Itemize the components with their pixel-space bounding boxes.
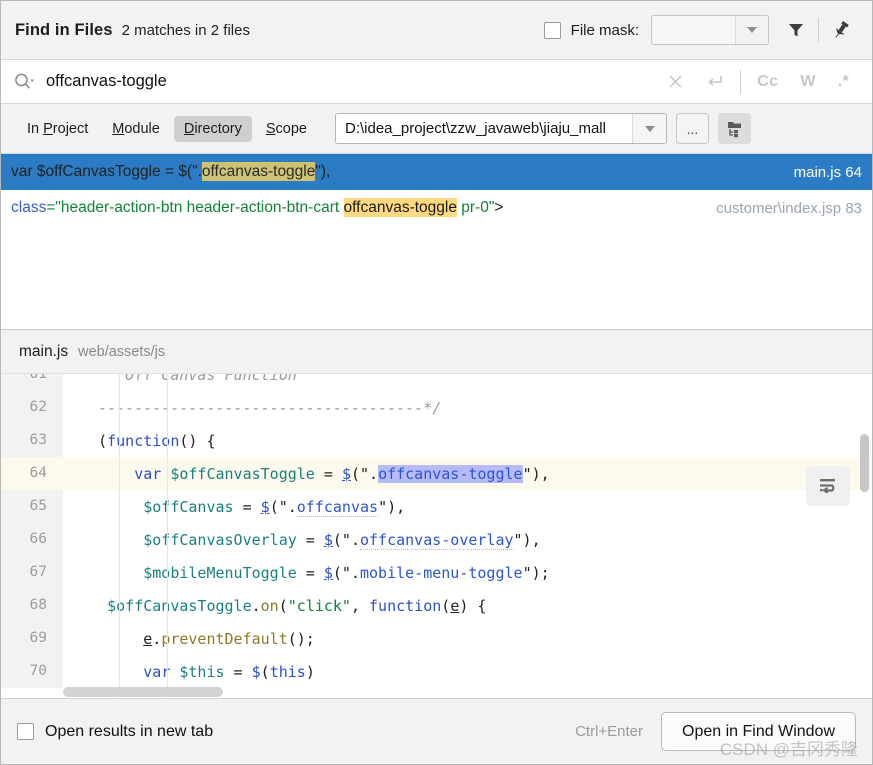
- directory-path-input[interactable]: D:\idea_project\zzw_javaweb\jiaju_mall: [336, 114, 632, 143]
- file-mask-input[interactable]: [652, 16, 736, 44]
- open-in-find-window-button[interactable]: Open in Find Window: [661, 712, 856, 751]
- project-tree-button[interactable]: [718, 113, 751, 144]
- shortcut-hint: Ctrl+Enter: [575, 723, 644, 740]
- scope-tab-scope[interactable]: Scope: [256, 116, 317, 142]
- line-number: 66: [1, 523, 63, 556]
- result-location: customer\index.jsp 83: [716, 199, 862, 217]
- scope-tab-module[interactable]: Module: [102, 116, 170, 142]
- code-line-text: $mobileMenuToggle = $(".mobile-menu-togg…: [143, 563, 550, 582]
- search-actions: Cc W .*: [657, 67, 860, 97]
- indent-guide: [167, 374, 168, 698]
- find-in-files-dialog: Find in Files 2 matches in 2 files File …: [0, 0, 873, 765]
- line-number: 65: [1, 490, 63, 523]
- file-mask-combo[interactable]: [651, 15, 769, 45]
- search-icon-button[interactable]: [13, 72, 35, 92]
- code-line-text: $offCanvas = $(".offcanvas"),: [143, 497, 406, 517]
- code-line-text: Off Canvas Function: [71, 374, 297, 384]
- dialog-title-bar: Find in Files 2 matches in 2 files File …: [1, 1, 872, 59]
- results-list[interactable]: var $offCanvasToggle = $(".offcanvas-tog…: [1, 154, 872, 330]
- filter-funnel-icon: [789, 24, 803, 37]
- code-line[interactable]: 67 $mobileMenuToggle = $(".mobile-menu-t…: [1, 556, 872, 589]
- line-number: 64: [1, 457, 63, 490]
- scope-tab-in-project[interactable]: In Project: [17, 116, 98, 142]
- clear-search-button[interactable]: [657, 67, 694, 97]
- code-editor[interactable]: 61 Off Canvas Function 62 ---------------…: [1, 374, 872, 698]
- filter-button[interactable]: [779, 13, 813, 47]
- page-title: Find in Files: [15, 20, 113, 39]
- directory-path-dropdown-arrow[interactable]: [632, 114, 666, 143]
- result-row[interactable]: class="header-action-btn header-action-b…: [1, 190, 872, 226]
- chevron-down-icon: [644, 125, 655, 132]
- editor-vertical-scrollbar[interactable]: [860, 434, 869, 492]
- toolbar-divider: [818, 18, 819, 42]
- match-summary: 2 matches in 2 files: [121, 21, 250, 39]
- code-line-text: $offCanvasToggle.on("click", function(e)…: [107, 596, 487, 615]
- file-mask-dropdown-arrow[interactable]: [736, 16, 768, 44]
- open-results-new-tab-checkbox[interactable]: [17, 723, 34, 740]
- code-line-text: var $this = $(this): [143, 662, 315, 681]
- regex-toggle[interactable]: .*: [827, 67, 860, 97]
- code-line[interactable]: 68 $offCanvasToggle.on("click", function…: [1, 589, 872, 622]
- line-number: 62: [1, 391, 63, 424]
- scrollbar-thumb[interactable]: [63, 687, 223, 697]
- code-line-text: var $offCanvasToggle = $(".offcanvas-tog…: [134, 464, 550, 483]
- words-toggle[interactable]: W: [789, 67, 826, 97]
- result-text: class="header-action-btn header-action-b…: [11, 198, 504, 217]
- line-number: 67: [1, 556, 63, 589]
- code-line[interactable]: 61 Off Canvas Function: [1, 374, 872, 391]
- code-line-text: e.preventDefault();: [143, 629, 315, 648]
- match-case-toggle[interactable]: Cc: [746, 67, 789, 97]
- code-line[interactable]: 63 (function() {: [1, 424, 872, 457]
- close-icon: [669, 75, 682, 88]
- preview-header: main.js web/assets/js: [1, 330, 872, 374]
- search-input[interactable]: offcanvas-toggle: [46, 72, 167, 91]
- scope-bar: In Project Module Directory Scope D:\ide…: [1, 104, 872, 154]
- editor-horizontal-scrollbar[interactable]: [63, 687, 872, 698]
- code-line[interactable]: 64 var $offCanvasToggle = $(".offcanvas-…: [1, 457, 872, 490]
- line-number: 61: [1, 374, 63, 391]
- open-results-new-tab-label: Open results in new tab: [45, 722, 214, 740]
- pin-icon: [835, 21, 849, 38]
- search-bar: offcanvas-toggle Cc W .*: [1, 59, 872, 104]
- line-number: 63: [1, 424, 63, 457]
- preview-file-name: main.js: [19, 342, 69, 360]
- dialog-footer: Open results in new tab Ctrl+Enter Open …: [1, 698, 872, 764]
- scope-tab-directory[interactable]: Directory: [173, 115, 252, 142]
- folder-tree-icon: [727, 121, 741, 137]
- code-line-text: (function() {: [71, 431, 216, 450]
- soft-wrap-icon: [820, 479, 835, 494]
- new-line-icon: [708, 76, 722, 86]
- code-line[interactable]: 70 var $this = $(this): [1, 655, 872, 688]
- line-number: 69: [1, 622, 63, 655]
- search-divider: [740, 69, 742, 94]
- code-line[interactable]: 62 ------------------------------------*…: [1, 391, 872, 424]
- code-line[interactable]: 65 $offCanvas = $(".offcanvas"),: [1, 490, 872, 523]
- code-line[interactable]: 69 e.preventDefault();: [1, 622, 872, 655]
- code-line[interactable]: 66 $offCanvasOverlay = $(".offcanvas-ove…: [1, 523, 872, 556]
- directory-path-combo[interactable]: D:\idea_project\zzw_javaweb\jiaju_mall: [335, 113, 667, 144]
- code-lines[interactable]: 61 Off Canvas Function 62 ---------------…: [1, 374, 872, 688]
- file-mask-checkbox[interactable]: [543, 21, 561, 39]
- result-text: var $offCanvasToggle = $(".offcanvas-tog…: [11, 162, 331, 181]
- chevron-down-icon: [747, 27, 757, 33]
- line-number: 70: [1, 655, 63, 688]
- preview-pane: main.js web/assets/js 61 Off Canvas Func…: [1, 330, 872, 698]
- search-icon: [15, 73, 34, 89]
- browse-directory-button[interactable]: ...: [676, 113, 709, 144]
- code-line-text: $offCanvasOverlay = $(".offcanvas-overla…: [143, 530, 541, 550]
- result-row[interactable]: var $offCanvasToggle = $(".offcanvas-tog…: [1, 154, 872, 190]
- indent-guide: [119, 374, 120, 698]
- pin-button[interactable]: [824, 13, 858, 47]
- new-line-button[interactable]: [694, 67, 735, 97]
- title-bar-controls: File mask:: [543, 13, 858, 47]
- line-number: 68: [1, 589, 63, 622]
- preview-file-path: web/assets/js: [78, 343, 166, 360]
- file-mask-label: File mask:: [570, 21, 639, 39]
- result-location: main.js 64: [793, 163, 862, 181]
- soft-wrap-button[interactable]: [806, 466, 850, 506]
